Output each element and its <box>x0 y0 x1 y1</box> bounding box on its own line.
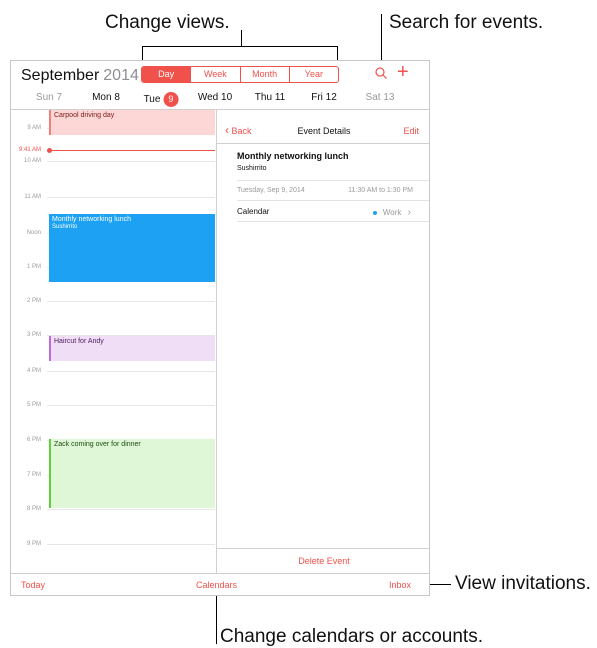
hour-label-9pm: 9 PM <box>26 541 41 547</box>
edit-button[interactable]: Edit <box>403 126 419 136</box>
event-title: Haircut for Andy <box>54 338 104 345</box>
event-time: 11:30 AM to 1:30 PM <box>348 187 413 194</box>
event-title: Carpool driving day <box>54 112 115 119</box>
today-badge: 9 <box>163 92 179 107</box>
divider <box>217 143 429 144</box>
event-title: Monthly networking lunch <box>52 216 131 223</box>
week-strip: Sun 7 Mon 8 Tue 9 Wed 10 Thu 11 Fri 12 Sa… <box>11 88 429 108</box>
divider <box>237 180 429 181</box>
inbox-button[interactable]: Inbox <box>389 580 411 590</box>
event-date: Tuesday, Sep 9, 2014 <box>237 187 305 194</box>
event-details-pane: ‹ Back Event Details Edit Monthly networ… <box>217 110 429 573</box>
segment-day[interactable]: Day <box>142 67 191 82</box>
day-wed[interactable]: Wed 10 <box>198 92 232 103</box>
callout-search-events-line <box>381 14 382 62</box>
hour-label-7pm: 7 PM <box>26 472 41 478</box>
hour-label-10am: 10 AM <box>23 158 41 164</box>
calendar-row-label[interactable]: Calendar <box>237 207 269 216</box>
hour-line <box>47 161 215 162</box>
search-icon[interactable] <box>374 66 388 80</box>
toolbar-divider <box>11 573 429 574</box>
day-sun[interactable]: Sun 7 <box>36 92 62 103</box>
segment-year[interactable]: Year <box>288 67 338 82</box>
callout-view-invitations: View invitations. <box>455 573 591 594</box>
month-title[interactable]: September 2014 <box>21 67 139 85</box>
hour-label-5pm: 5 PM <box>26 402 41 408</box>
chevron-right-icon: › <box>407 207 411 218</box>
year: 2014 <box>103 67 139 84</box>
hour-line <box>47 197 215 198</box>
divider <box>237 221 429 222</box>
current-time-dot <box>47 148 52 153</box>
hour-label-4pm: 4 PM <box>26 368 41 374</box>
segment-week[interactable]: Week <box>190 67 239 82</box>
day-mon[interactable]: Mon 8 <box>92 92 120 103</box>
event-name: Monthly networking lunch <box>237 151 349 161</box>
day-sat[interactable]: Sat 13 <box>366 92 395 103</box>
hour-label-2pm: 2 PM <box>26 298 41 304</box>
hour-label-8pm: 8 PM <box>26 506 41 512</box>
view-switcher: Day Week Month Year <box>141 66 339 83</box>
hour-line <box>47 371 215 372</box>
callout-change-calendars: Change calendars or accounts. <box>220 626 483 647</box>
event-dinner[interactable]: Zack coming over for dinner <box>49 439 215 508</box>
day-thu[interactable]: Thu 11 <box>255 92 285 103</box>
event-location: Sushirrito <box>237 165 267 172</box>
segment-month[interactable]: Month <box>239 67 289 82</box>
calendar-app-window: September 2014 Day Week Month Year + Sun … <box>10 60 430 596</box>
divider <box>217 548 429 549</box>
add-event-button[interactable]: + <box>397 62 409 82</box>
callout-change-views: Change views. <box>105 12 230 33</box>
hour-label-11am: 11 AM <box>24 194 41 200</box>
hour-line <box>47 405 215 406</box>
delete-event-button[interactable]: Delete Event <box>217 556 429 566</box>
calendar-row-value[interactable]: Work › <box>372 207 411 218</box>
divider <box>237 200 429 201</box>
callout-search-events: Search for events. <box>389 12 544 33</box>
hour-line <box>47 544 215 545</box>
event-networking-lunch[interactable]: Monthly networking lunch Sushirrito <box>49 214 215 282</box>
hour-label-6pm: 6 PM <box>26 437 41 443</box>
calendar-name: Work <box>382 208 402 217</box>
month-name: September <box>21 67 100 84</box>
event-title: Zack coming over for dinner <box>54 441 141 448</box>
event-haircut[interactable]: Haircut for Andy <box>49 336 215 361</box>
current-time-line <box>47 150 215 151</box>
hour-line <box>47 301 215 302</box>
event-details-title: Event Details <box>297 126 351 136</box>
day-tue[interactable]: Tue 9 <box>144 92 179 107</box>
callout-change-views-line <box>241 30 242 47</box>
calendars-button[interactable]: Calendars <box>196 580 237 590</box>
callout-change-views-bracket-top <box>142 46 338 47</box>
calendar-color-dot-icon <box>372 210 377 215</box>
hour-line <box>47 509 215 510</box>
callout-change-calendars-line <box>216 594 217 644</box>
event-location: Sushirrito <box>52 224 78 230</box>
hour-label-3pm: 3 PM <box>26 332 41 338</box>
current-time-label: 9:41 AM <box>18 147 41 153</box>
day-fri[interactable]: Fri 12 <box>311 92 337 103</box>
hour-label-1pm: 1 PM <box>26 264 41 270</box>
hour-label-9am: 9 AM <box>27 125 41 131</box>
today-button[interactable]: Today <box>21 580 45 590</box>
day-tue-label: Tue <box>143 94 161 105</box>
hour-label-noon: Noon <box>26 230 41 236</box>
event-carpool[interactable]: Carpool driving day <box>49 110 215 135</box>
